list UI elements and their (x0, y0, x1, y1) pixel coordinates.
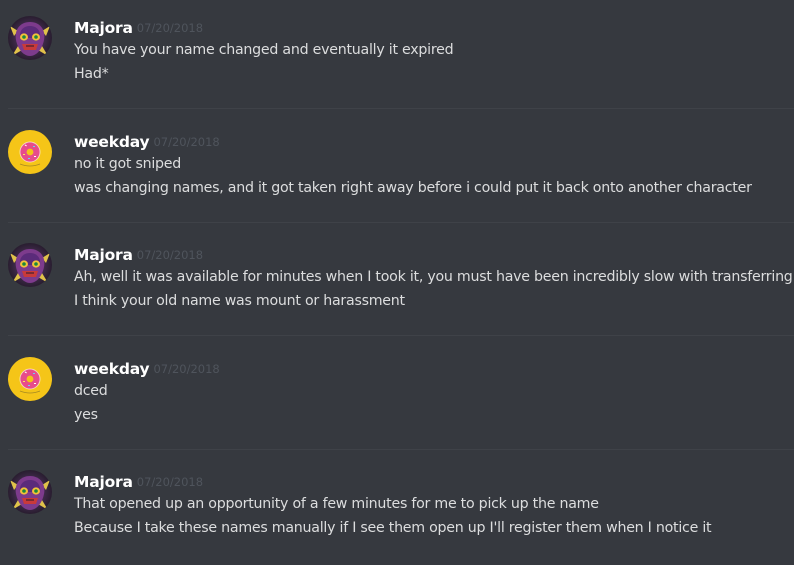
message-divider (8, 335, 794, 336)
message-text: Ah, well it was available for minutes wh… (74, 269, 794, 285)
message-divider (8, 108, 794, 109)
message-text: I think your old name was mount or haras… (74, 293, 405, 309)
message-text: Because I take these names manually if I… (74, 520, 712, 536)
message-text: yes (74, 407, 98, 423)
username[interactable]: weekday (74, 360, 150, 378)
message-list: Majora 07/20/2018 You have your name chan… (0, 0, 794, 565)
username[interactable]: Majora (74, 246, 133, 264)
message-header: weekday 07/20/2018 (74, 359, 220, 379)
skull-mask-avatar-icon[interactable] (8, 470, 52, 514)
timestamp: 07/20/2018 (136, 21, 204, 35)
skull-mask-avatar-icon[interactable] (8, 16, 52, 60)
message-text: was changing names, and it got taken rig… (74, 180, 752, 196)
skull-mask-avatar-icon[interactable] (8, 243, 52, 287)
message-header: Majora 07/20/2018 (74, 472, 203, 492)
message-header: Majora 07/20/2018 (74, 18, 203, 38)
message-text: Had* (74, 66, 109, 82)
username[interactable]: Majora (74, 473, 133, 491)
timestamp: 07/20/2018 (153, 362, 220, 376)
message-divider (8, 449, 794, 450)
timestamp: 07/20/2018 (136, 475, 204, 489)
donut-avatar-icon[interactable] (8, 130, 52, 174)
donut-avatar-icon[interactable] (8, 357, 52, 401)
message-text: no it got sniped (74, 156, 182, 172)
username[interactable]: weekday (74, 133, 150, 151)
message-header: Majora 07/20/2018 (74, 245, 203, 265)
message-text: You have your name changed and eventuall… (74, 42, 454, 58)
username[interactable]: Majora (74, 19, 133, 37)
timestamp: 07/20/2018 (136, 248, 204, 262)
message-divider (8, 222, 794, 223)
message-text: That opened up an opportunity of a few m… (74, 496, 599, 512)
message-text: dced (74, 383, 108, 399)
message-header: weekday 07/20/2018 (74, 132, 220, 152)
timestamp: 07/20/2018 (153, 135, 220, 149)
